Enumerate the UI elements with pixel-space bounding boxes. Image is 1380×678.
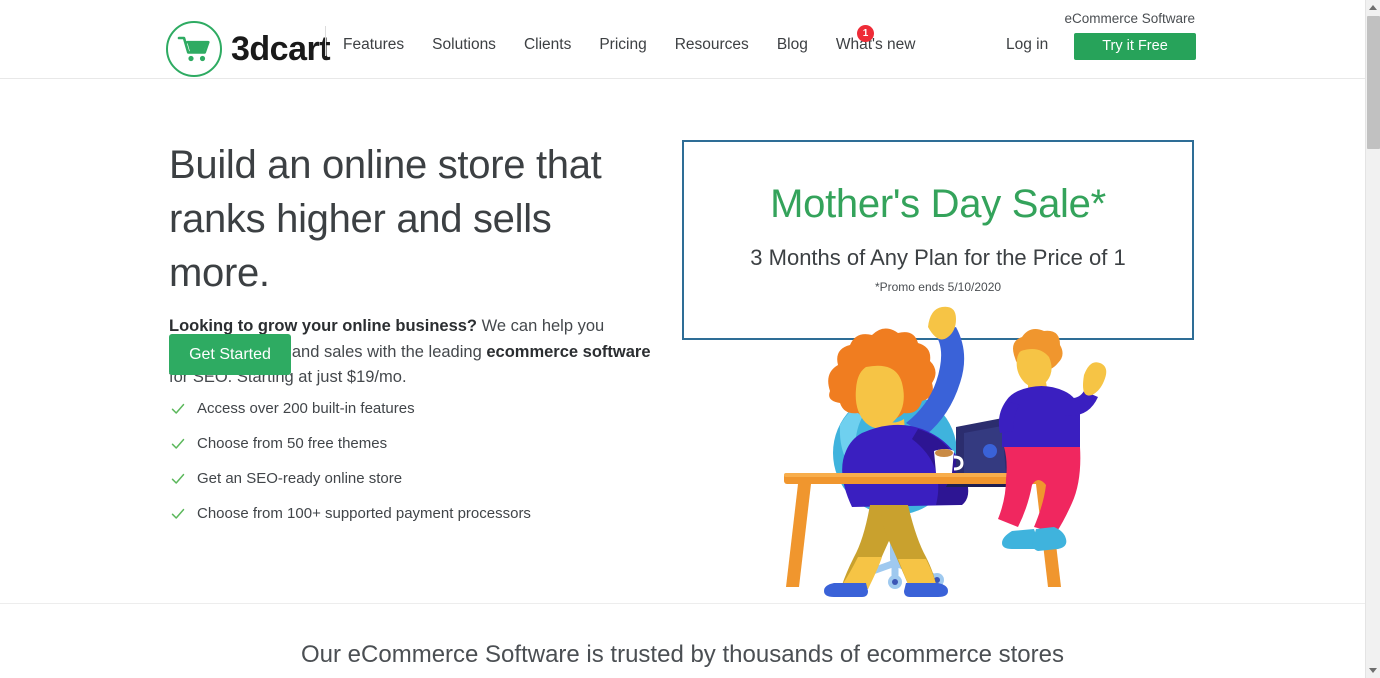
check-icon	[171, 508, 185, 519]
list-item: Choose from 50 free themes	[171, 426, 531, 461]
scroll-down-arrow-icon[interactable]	[1366, 663, 1380, 678]
browser-viewport: 3dcart Features Solutions Clients Pricin…	[0, 0, 1380, 678]
get-started-button[interactable]: Get Started	[169, 334, 291, 375]
feature-list: Access over 200 built-in features Choose…	[171, 391, 531, 531]
section-divider	[0, 603, 1365, 604]
nav-item-features[interactable]: Features	[343, 34, 404, 55]
trust-headline: Our eCommerce Software is trusted by tho…	[301, 641, 1064, 668]
nav-item-clients[interactable]: Clients	[524, 34, 571, 55]
feature-label: Choose from 100+ supported payment proce…	[197, 505, 531, 522]
header-divider	[325, 26, 326, 56]
page-content: 3dcart Features Solutions Clients Pricin…	[0, 0, 1365, 678]
promo-title: Mother's Day Sale*	[770, 181, 1106, 226]
nav-item-pricing[interactable]: Pricing	[599, 34, 646, 55]
list-item: Access over 200 built-in features	[171, 391, 531, 426]
check-icon	[171, 473, 185, 484]
hero-subtitle-lead: Looking to grow your online business?	[169, 317, 478, 335]
vertical-scrollbar[interactable]	[1365, 0, 1380, 678]
feature-label: Access over 200 built-in features	[197, 400, 415, 417]
scroll-up-arrow-icon[interactable]	[1366, 0, 1380, 15]
check-icon	[171, 438, 185, 449]
nav-item-blog[interactable]: Blog	[777, 34, 808, 55]
list-item: Get an SEO-ready online store	[171, 461, 531, 496]
main-navigation: Features Solutions Clients Pricing Resou…	[343, 34, 915, 55]
promo-fine-print: *Promo ends 5/10/2020	[874, 279, 1002, 294]
list-item: Choose from 100+ supported payment proce…	[171, 496, 531, 531]
scroll-up-triangle	[1369, 5, 1377, 10]
nav-item-whats-new[interactable]: What's new	[836, 34, 916, 55]
woman-at-desk-with-child-illustration	[778, 305, 1108, 597]
promo-subtitle: 3 Months of Any Plan for the Price of 1	[750, 244, 1126, 270]
page-title: Build an online store that ranks higher …	[169, 143, 602, 295]
nav-item-solutions[interactable]: Solutions	[432, 34, 496, 55]
nav-item-resources[interactable]: Resources	[675, 34, 749, 55]
shopping-cart-icon	[166, 21, 222, 77]
site-header: 3dcart Features Solutions Clients Pricin…	[0, 0, 1365, 79]
try-it-free-button[interactable]: Try it Free	[1074, 33, 1196, 60]
hero-subtitle-highlight: ecommerce software	[486, 342, 651, 361]
site-logo[interactable]: 3dcart	[166, 21, 331, 77]
whats-new-count-badge: 1	[857, 25, 874, 42]
scroll-down-triangle	[1369, 668, 1377, 673]
scrollbar-thumb[interactable]	[1367, 16, 1380, 149]
check-icon	[171, 403, 185, 414]
feature-label: Choose from 50 free themes	[197, 435, 388, 452]
logo-wordmark: 3dcart	[231, 30, 331, 68]
login-link[interactable]: Log in	[1006, 36, 1048, 54]
feature-label: Get an SEO-ready online store	[197, 470, 403, 487]
hero-left-column: Build an online store that ranks higher …	[169, 138, 659, 521]
header-tagline: eCommerce Software	[1064, 11, 1195, 26]
